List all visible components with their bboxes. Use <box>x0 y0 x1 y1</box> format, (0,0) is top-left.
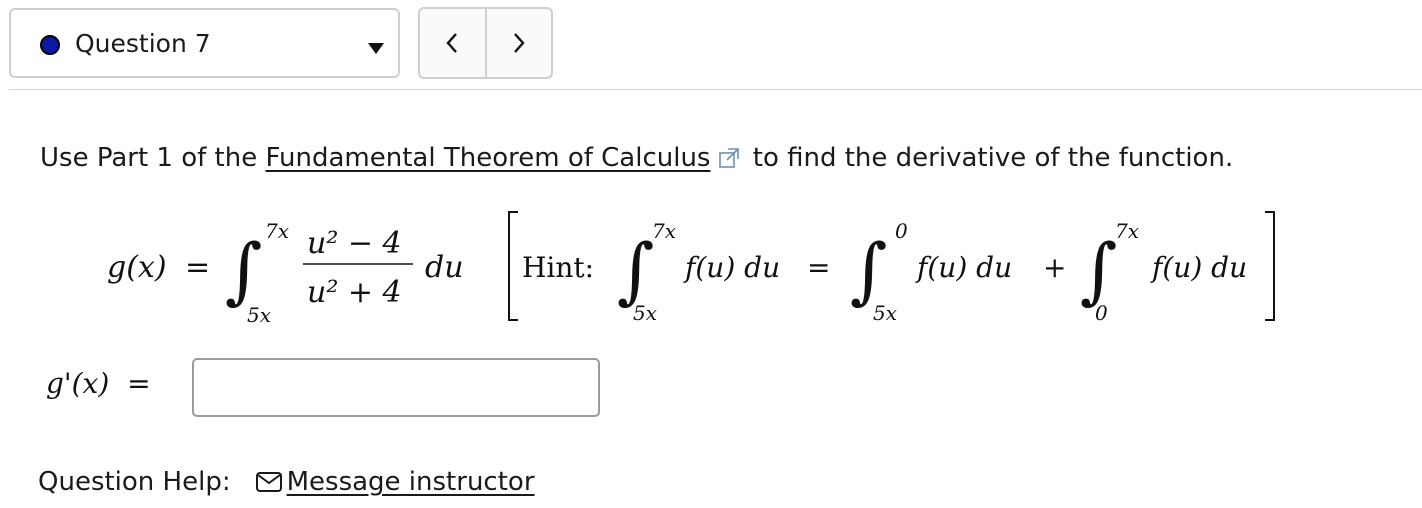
derivative-equals: = <box>127 367 151 400</box>
split-integral-2-sign: ∫ <box>1080 228 1118 312</box>
hint-lower-limit: 5x <box>633 301 657 325</box>
formula-differential: du <box>425 250 464 285</box>
hint-label: Hint: <box>522 251 594 284</box>
split-integral-2-lower: 0 <box>1095 301 1108 325</box>
hint-integral-sign: ∫ <box>617 228 655 312</box>
split-integral-1-lower: 5x <box>873 301 897 325</box>
split-integral-1-upper: 0 <box>895 219 908 243</box>
help-label: Question Help: <box>38 467 231 497</box>
mail-icon[interactable] <box>255 471 283 493</box>
status-dot <box>40 35 60 55</box>
split-integral-1-integrand: f(u) du <box>915 251 1012 284</box>
integral-lower-limit: 5x <box>247 303 271 327</box>
chevron-right-icon <box>513 33 525 53</box>
answer-input[interactable] <box>192 358 600 417</box>
hint-upper-limit: 7x <box>652 219 676 243</box>
formula-lhs: g(x) <box>107 250 167 285</box>
split-integral-2-integrand: f(u) du <box>1150 251 1247 284</box>
external-link-icon[interactable] <box>718 147 740 169</box>
chevron-left-icon <box>446 33 458 53</box>
derivative-label: g'(x) = <box>46 364 151 404</box>
next-question-button[interactable] <box>484 9 552 77</box>
derivative-symbol: g'(x) <box>46 367 110 400</box>
fraction-denominator: u² + 4 <box>307 275 402 310</box>
integral-sign: ∫ <box>225 228 263 312</box>
hint-right-bracket <box>1265 211 1275 321</box>
split-integral-1-sign: ∫ <box>850 228 888 312</box>
message-instructor-link[interactable]: Message instructor <box>287 467 535 497</box>
question-nav <box>418 7 553 79</box>
header-divider <box>9 89 1422 90</box>
chevron-down-icon <box>368 43 384 54</box>
integral-upper-limit: 7x <box>265 219 289 243</box>
previous-question-button[interactable] <box>420 9 485 77</box>
question-label: Question 7 <box>75 29 211 58</box>
question-select[interactable]: Question 7 <box>9 8 400 78</box>
split-integral-2-upper: 7x <box>1115 219 1139 243</box>
hint-left-bracket <box>508 211 518 321</box>
formula-equals: = <box>185 250 210 285</box>
hint-integrand: f(u) du <box>683 251 780 284</box>
question-instruction: Use Part 1 of the Fundamental Theorem of… <box>40 140 1233 176</box>
fraction-numerator: u² − 4 <box>307 226 402 261</box>
formula-plus: + <box>1043 251 1066 284</box>
instruction-text-after: to find the derivative of the function. <box>744 143 1234 173</box>
function-formula: g(x) = ∫ 7x 5x u² − 4 u² + 4 du Hint: ∫ … <box>107 211 1275 327</box>
instruction-text-before: Use Part 1 of the <box>40 143 266 173</box>
ftc-link[interactable]: Fundamental Theorem of Calculus <box>266 143 711 173</box>
hint-equals: = <box>807 251 830 284</box>
question-help: Question Help: Message instructor <box>38 464 535 500</box>
